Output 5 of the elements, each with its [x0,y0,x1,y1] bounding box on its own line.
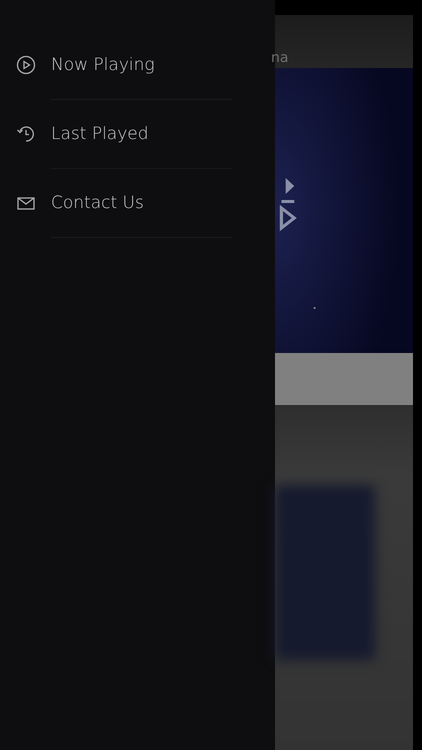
menu-item[interactable]: Last Played [0,117,275,151]
menu-item[interactable]: Contact Us [0,186,275,220]
history-icon [16,124,36,144]
header-text: na [271,50,288,66]
play-icon [16,55,36,75]
